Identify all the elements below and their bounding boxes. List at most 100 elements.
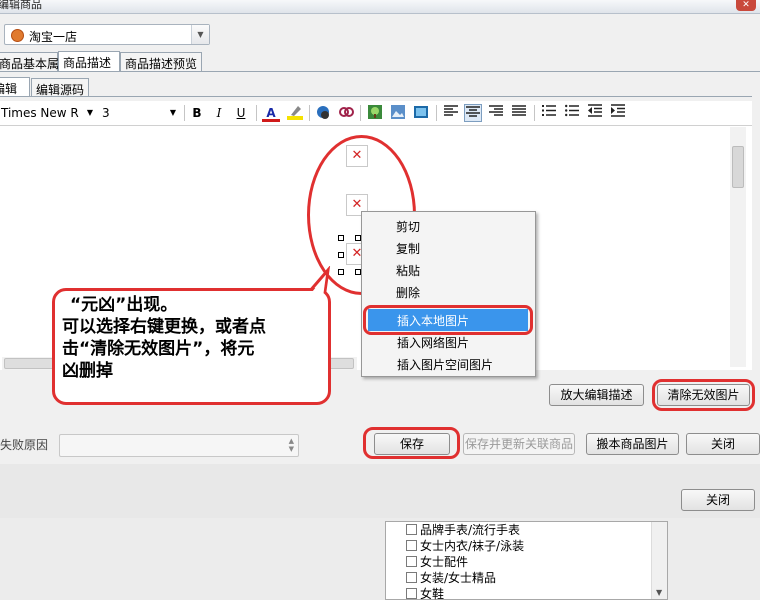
move-images-button[interactable]: 搬本商品图片 [586, 433, 679, 455]
taobao-logo-icon [11, 29, 24, 42]
vertical-scroll-thumb[interactable] [732, 146, 744, 188]
menu-item-delete[interactable]: 删除 [396, 284, 420, 301]
category-label: 女士配件 [420, 555, 469, 569]
font-color-button[interactable]: A [262, 104, 280, 122]
tab-edit[interactable]: 编辑 [0, 77, 30, 97]
tab-description-preview[interactable]: 商品描述预览 [120, 52, 202, 71]
shop-select-value: 淘宝一店 [29, 30, 78, 44]
checkbox[interactable] [406, 540, 417, 551]
list-item[interactable]: 女装/女士精品 [406, 569, 496, 586]
outer-window-band [0, 464, 760, 518]
font-family-value: Times New R [1, 106, 79, 120]
justify-button[interactable] [510, 104, 528, 122]
menu-item-paste[interactable]: 粘贴 [396, 262, 420, 279]
save-button[interactable]: 保存 [374, 433, 450, 455]
list-item[interactable]: 女鞋 [406, 585, 444, 600]
close-icon: ✕ [742, 0, 750, 10]
align-right-icon [489, 105, 503, 116]
numbered-list-button[interactable] [540, 104, 558, 122]
callout-line: 可以选择右键更换，或者点 [62, 317, 266, 337]
checkbox[interactable] [406, 556, 417, 567]
indent-button[interactable] [609, 104, 627, 122]
tab-label: 商品描述 [63, 56, 112, 70]
toolbar-separator [309, 105, 310, 121]
menu-item-insert-web-image[interactable]: 插入网络图片 [397, 334, 469, 351]
callout-line: “元凶”出现。 [70, 295, 178, 315]
unlink-icon [339, 107, 354, 117]
outdent-button[interactable] [586, 104, 604, 122]
outdent-icon [588, 104, 602, 117]
callout-line: 凶删掉 [62, 361, 113, 381]
menu-item-insert-space-image[interactable]: 插入图片空间图片 [397, 356, 493, 373]
insert-link-button[interactable] [314, 104, 332, 122]
chevron-down-icon[interactable]: ▼ [656, 588, 662, 597]
font-family-select[interactable]: Times New R ▼ [0, 104, 97, 122]
menu-item-copy[interactable]: 复制 [396, 240, 420, 257]
tab-label: 编辑 [0, 82, 18, 96]
highlighter-icon [287, 106, 303, 120]
landscape-icon [414, 106, 428, 118]
shop-select[interactable]: 淘宝一店 ▼ [4, 24, 210, 45]
save-and-update-button[interactable]: 保存并更新关联商品 [463, 433, 575, 455]
category-label: 品牌手表/流行手表 [420, 523, 521, 537]
chevron-down-icon[interactable]: ▼ [191, 25, 209, 44]
category-list: 品牌手表/流行手表 女士内衣/袜子/泳装 女士配件 女装/女士精品 女鞋 [385, 521, 668, 600]
font-size-value: 3 [102, 106, 110, 120]
insert-media-button[interactable] [412, 104, 430, 122]
bullet-list-button[interactable] [563, 104, 581, 122]
toolbar-separator [436, 105, 437, 121]
list-item[interactable]: 品牌手表/流行手表 [406, 521, 520, 538]
category-label: 女装/女士精品 [420, 571, 497, 585]
align-left-button[interactable] [442, 104, 460, 122]
list-item[interactable]: 女士内衣/袜子/泳装 [406, 537, 524, 554]
toolbar-separator [534, 105, 535, 121]
font-size-select[interactable]: 3 ▼ [100, 104, 180, 122]
category-label: 女士内衣/袜子/泳装 [420, 539, 525, 553]
highlight-color-button[interactable] [286, 104, 304, 122]
align-center-button[interactable] [464, 104, 482, 122]
category-label: 女鞋 [420, 587, 445, 600]
align-left-icon [444, 105, 458, 116]
tab-divider [0, 71, 760, 72]
context-menu: 剪切 复制 粘贴 删除 [361, 211, 536, 377]
menu-item-cut[interactable]: 剪切 [396, 218, 420, 235]
underline-button[interactable]: U [232, 104, 250, 122]
bold-button[interactable]: B [188, 104, 206, 122]
chevron-down-icon: ▼ [169, 108, 176, 117]
tab-label: 商品描述预览 [125, 57, 198, 71]
toolbar-separator [256, 105, 257, 121]
chevron-down-icon: ▼ [86, 108, 93, 117]
editor-toolbar: Times New R ▼ 3 ▼ B I U A [0, 101, 752, 125]
clear-invalid-images-button[interactable]: 清除无效图片 [657, 384, 750, 406]
callout-line: 击“清除无效图片”，将元 [62, 339, 255, 359]
fail-reason-label: 失败原因 [0, 438, 49, 452]
insert-picture-button[interactable] [389, 104, 407, 122]
tab-edit-source[interactable]: 编辑源码 [31, 78, 89, 97]
tab-label: 编辑源码 [36, 83, 85, 97]
italic-button[interactable]: I [210, 104, 228, 122]
remove-link-button[interactable] [337, 104, 355, 122]
fail-reason-field[interactable]: ▲ ▼ [59, 434, 299, 457]
picture-icon [391, 105, 405, 119]
insert-image-button[interactable] [366, 104, 384, 122]
list-item[interactable]: 女士配件 [406, 553, 468, 570]
spinner-icon[interactable]: ▲ ▼ [289, 437, 294, 453]
checkbox[interactable] [406, 524, 417, 535]
window-close-button[interactable]: ✕ [736, 0, 756, 11]
checkbox[interactable] [406, 588, 417, 599]
close-button[interactable]: 关闭 [686, 433, 760, 455]
tab-divider [0, 96, 752, 97]
align-right-button[interactable] [487, 104, 505, 122]
window-title: 编辑商品 [0, 0, 42, 11]
tab-basic-attributes[interactable]: 商品基本属性 [0, 52, 71, 71]
align-center-icon [466, 106, 480, 117]
checkbox[interactable] [406, 572, 417, 583]
indent-icon [611, 104, 625, 117]
outer-close-button[interactable]: 关闭 [681, 489, 755, 511]
category-scrollbar[interactable]: ▼ [651, 522, 667, 599]
enlarge-editor-button[interactable]: 放大编辑描述 [549, 384, 644, 406]
tab-description[interactable]: 商品描述 [58, 51, 120, 71]
globe-link-icon [317, 106, 329, 119]
annotation-ring [363, 305, 533, 335]
tree-image-icon [368, 105, 382, 119]
